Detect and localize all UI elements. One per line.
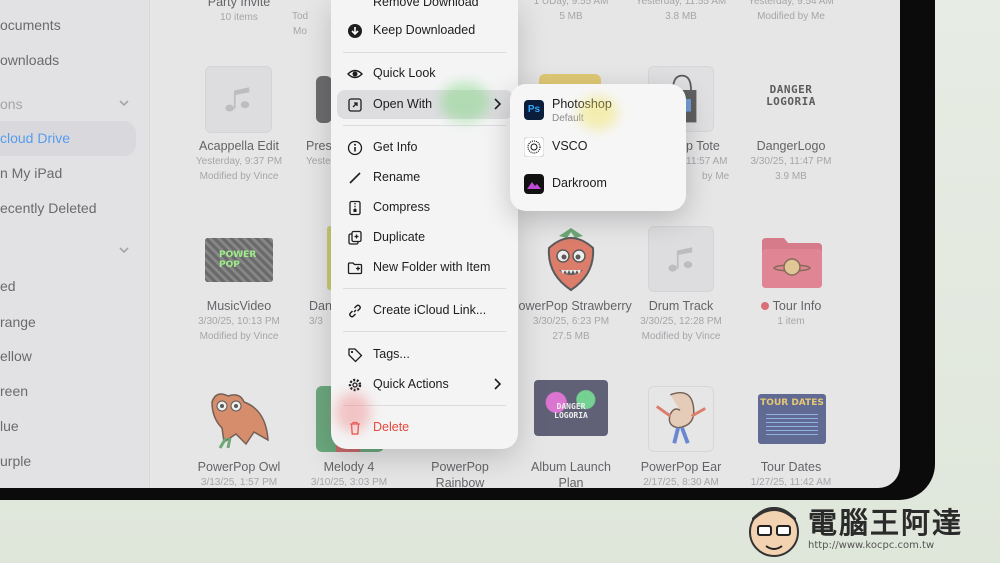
darkroom-app-icon [524,174,544,194]
submenu-item-vsco[interactable]: VSCO [510,136,686,160]
chevron-right-icon [494,98,502,110]
duplicate-icon [348,230,362,245]
menu-item-label: Quick Actions [373,377,449,391]
menu-item-label: Keep Downloaded [373,23,476,37]
open-external-icon [348,98,362,112]
menu-item-open-with[interactable]: Open With [331,92,518,118]
menu-item-label: Quick Look [373,66,436,80]
chevron-right-icon [494,378,502,390]
menu-item-label: Rename [373,170,421,184]
watermark-url: http://www.kocpc.com.tw [808,540,935,551]
submenu-item-label: Darkroom [552,176,607,190]
info-icon [347,140,363,156]
menu-item-rename[interactable]: Rename [331,165,518,191]
touch-indicator [578,96,618,130]
menu-separator [343,331,506,332]
vsco-app-icon [524,137,544,157]
menu-item-duplicate[interactable]: Duplicate [331,225,518,251]
menu-item-new-folder-with-item[interactable]: New Folder with Item [331,255,518,281]
folder-plus-icon [347,262,363,275]
submenu-item-darkroom[interactable]: Darkroom [510,173,686,197]
menu-item-compress[interactable]: Compress [331,195,518,221]
context-menu: Remove Download Keep Downloaded Quick Lo… [331,0,518,449]
archive-icon [349,200,361,216]
menu-item-label: Get Info [373,140,418,154]
files-app-screen: ocuments ownloads ons cloud Drive n My i… [0,0,900,488]
watermark-title: 電腦王阿達 [808,506,964,540]
menu-item-keep-downloaded[interactable]: Keep Downloaded [331,18,518,44]
menu-item-label: Delete [373,420,410,434]
tag-icon [348,348,363,363]
menu-separator [343,288,506,289]
menu-item-label: Create iCloud Link... [373,303,487,317]
gear-icon [348,378,362,392]
menu-item-tags[interactable]: Tags... [331,342,518,368]
menu-item-quick-look[interactable]: Quick Look [331,61,518,87]
mascot-logo-icon [749,507,799,557]
menu-item-label: Duplicate [373,230,426,244]
pencil-icon [349,172,361,184]
watermark: 電腦王阿達 http://www.kocpc.com.tw [742,498,1000,563]
menu-item-remove-download[interactable]: Remove Download [331,0,518,16]
link-icon [349,304,361,318]
menu-item-label: Tags... [373,347,410,361]
touch-indicator [335,392,371,432]
menu-item-label: Open With [373,97,433,111]
menu-separator [343,52,506,53]
menu-item-get-info[interactable]: Get Info [331,135,518,161]
photoshop-app-icon: Ps [524,100,544,120]
touch-indicator [440,82,490,122]
menu-item-label: Remove Download [373,0,479,9]
menu-item-label: New Folder with Item [373,260,491,274]
menu-separator [343,125,506,126]
eye-icon [347,69,363,79]
download-circle-icon [348,24,362,38]
submenu-item-label: VSCO [552,139,588,153]
menu-item-label: Compress [373,200,430,214]
menu-item-create-icloud-link[interactable]: Create iCloud Link... [331,298,518,324]
